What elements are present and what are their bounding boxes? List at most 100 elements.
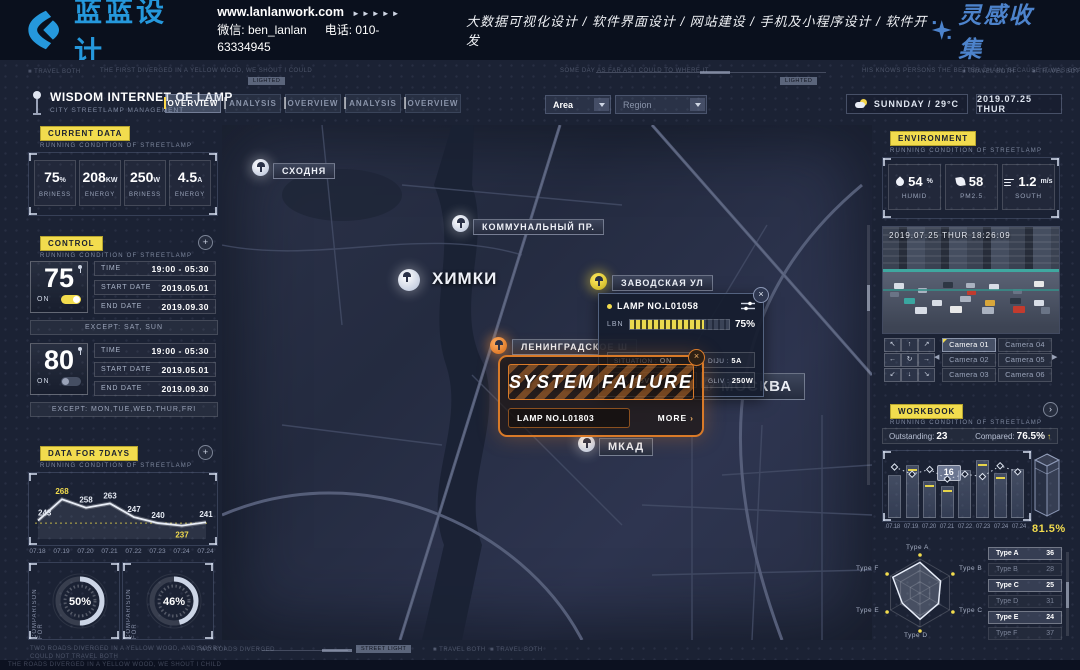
tab-overview-1[interactable]: OVERVIEW: [165, 94, 221, 113]
control-toggle[interactable]: [61, 295, 81, 304]
weather-icon: [855, 99, 869, 109]
leaf-icon: [955, 176, 965, 186]
region-select[interactable]: Region: [615, 95, 707, 114]
alert-more-button[interactable]: MORE›: [636, 408, 694, 428]
compared-value: 76.5%: [1017, 431, 1045, 442]
type-row-e[interactable]: Type E24: [988, 611, 1062, 624]
cell-label: GLIV: [708, 378, 725, 385]
radar-axis-label: Type F: [856, 565, 879, 572]
dpad-button[interactable]: ↘: [918, 368, 935, 382]
camera-button-5[interactable]: Camera 05: [998, 353, 1052, 367]
row-value: 2019.09.30: [161, 384, 209, 394]
decor-slider[interactable]: [596, 72, 826, 73]
type-row-d[interactable]: Type D31: [988, 595, 1062, 608]
area-select[interactable]: Area: [545, 95, 611, 114]
control-toggle[interactable]: [61, 377, 81, 386]
map-scrollbar[interactable]: [867, 225, 870, 485]
camera-prev-arrow[interactable]: ◀: [934, 353, 939, 361]
dpad-button[interactable]: ↓: [901, 368, 918, 382]
map-pin-mkad[interactable]: [578, 435, 595, 452]
map-pin-leningradskoe[interactable]: [490, 337, 507, 354]
control-state-label: ON: [37, 378, 50, 385]
lamp-id: LAMP NO.L01058: [617, 301, 736, 311]
env-unit: %: [927, 178, 933, 185]
dpad-button[interactable]: ↗: [918, 338, 935, 352]
stat-label: BRINESS: [35, 192, 75, 198]
dpad-button[interactable]: →: [918, 353, 935, 367]
camera-button-4[interactable]: Camera 04: [998, 338, 1052, 352]
dpad-button[interactable]: ↖: [884, 338, 901, 352]
map-label[interactable]: ХИМКИ: [424, 267, 505, 291]
tooltip-cell: DIJU : 5A: [701, 352, 755, 368]
svg-text:243: 243: [38, 509, 52, 518]
map-label[interactable]: ЗАВОДСКАЯ УЛ: [612, 275, 713, 291]
map-pin-skhodnya[interactable]: [252, 159, 269, 176]
map-pin-kommunalny[interactable]: [452, 215, 469, 232]
type-row-a[interactable]: Type A36: [988, 547, 1062, 560]
row-label: END DATE: [101, 303, 142, 310]
tab-analysis-2[interactable]: ANALYSIS: [345, 94, 401, 113]
week-chart-add-button[interactable]: +: [198, 445, 213, 460]
tooltip-cell: GLIV : 250W: [701, 372, 755, 388]
map-label[interactable]: МКАД: [599, 438, 653, 456]
tab-analysis-1[interactable]: ANALYSIS: [225, 94, 281, 113]
stat-energy-a: 4.5A ENERGY: [169, 160, 211, 206]
gauge-label: COMPARISON FOR: [32, 571, 44, 639]
dpad-button[interactable]: ←: [884, 353, 901, 367]
dpad-button[interactable]: ↑: [901, 338, 918, 352]
radar-axis-label: Type D: [904, 632, 928, 639]
dpad-button[interactable]: ↙: [884, 368, 901, 382]
control-add-button[interactable]: +: [198, 235, 213, 250]
decor-line: [262, 650, 348, 651]
brand-banner: 蓝蓝设计 www.lanlanwork.com►►►►► 微信: ben_lan…: [0, 0, 1080, 60]
current-data-title: CURRENT DATA: [40, 126, 130, 141]
camera-guardrail: [883, 289, 1059, 291]
camera-next-arrow[interactable]: ▶: [1052, 353, 1057, 361]
city-map[interactable]: СХОДНЯ КОММУНАЛЬНЫЙ ПР. ХИМКИ ЗАВОДСКАЯ …: [222, 125, 872, 640]
type-row-c[interactable]: Type C25: [988, 579, 1062, 592]
env-label: HUMID: [889, 193, 940, 200]
workbook-more-button[interactable]: ›: [1043, 402, 1058, 417]
x-tick: 07.24: [194, 548, 217, 555]
compared-label: Compared:: [975, 432, 1015, 441]
caret-down-icon[interactable]: [690, 98, 705, 111]
x-tick: 07.20: [74, 548, 97, 555]
x-tick: 07.18: [884, 524, 902, 530]
type-row-f[interactable]: Type F37: [988, 627, 1062, 640]
map-label[interactable]: СХОДНЯ: [273, 163, 335, 179]
date-box: 2019.07.25 THUR: [976, 94, 1062, 114]
camera-button-2[interactable]: Camera 02: [942, 353, 996, 367]
control-except-bar: EXCEPT: SAT, SUN: [30, 320, 218, 335]
cell-value: 250W: [732, 376, 754, 385]
x-tick: 07.24: [1010, 524, 1028, 530]
lamp-icon: [77, 347, 83, 355]
control-brightness-box: 75 ON: [30, 261, 88, 313]
type-row-b[interactable]: Type B28: [988, 563, 1062, 576]
comparison-gauge-2: COMPARISON FOR 46%: [122, 562, 214, 640]
decor-text: ■ TRAVEL BOTH: [433, 647, 486, 653]
map-pin-khimki[interactable]: [398, 269, 420, 291]
lanlan-logo-icon: [24, 9, 66, 51]
x-tick: 07.19: [50, 548, 73, 555]
map-pin-zavodskaya[interactable]: [590, 273, 607, 290]
tab-overview-3[interactable]: OVERVIEW: [405, 94, 461, 113]
dpad-button[interactable]: ↻: [901, 353, 918, 367]
streetlamp-icon: [30, 90, 44, 118]
map-label[interactable]: КОММУНАЛЬНЫЙ ПР.: [473, 219, 604, 235]
control-start-row: START DATE2019.05.01: [94, 280, 216, 295]
date-text: 2019.07.25 THUR: [977, 94, 1061, 114]
camera-button-3[interactable]: Camera 03: [942, 368, 996, 382]
decor-badge: LIGHTED: [780, 77, 817, 85]
control-end-row: END DATE2019.09.30: [94, 381, 216, 396]
control-end-row: END DATE2019.09.30: [94, 299, 216, 314]
camera-feed[interactable]: 2019.07.25 THUR 18:26:09: [882, 226, 1060, 334]
tooltip-close-button[interactable]: ×: [753, 287, 769, 303]
svg-text:268: 268: [55, 487, 69, 496]
camera-button-6[interactable]: Camera 06: [998, 368, 1052, 382]
caret-down-icon[interactable]: [594, 98, 609, 111]
sliders-icon[interactable]: [741, 301, 755, 311]
type-list-scrollbar[interactable]: [1066, 552, 1069, 636]
tab-overview-2[interactable]: OVERVIEW: [285, 94, 341, 113]
decor-text: THE ROADS DIVERGED IN A YELLOW WOOD, WE …: [8, 662, 221, 668]
camera-button-1[interactable]: Camera 01: [942, 338, 996, 352]
